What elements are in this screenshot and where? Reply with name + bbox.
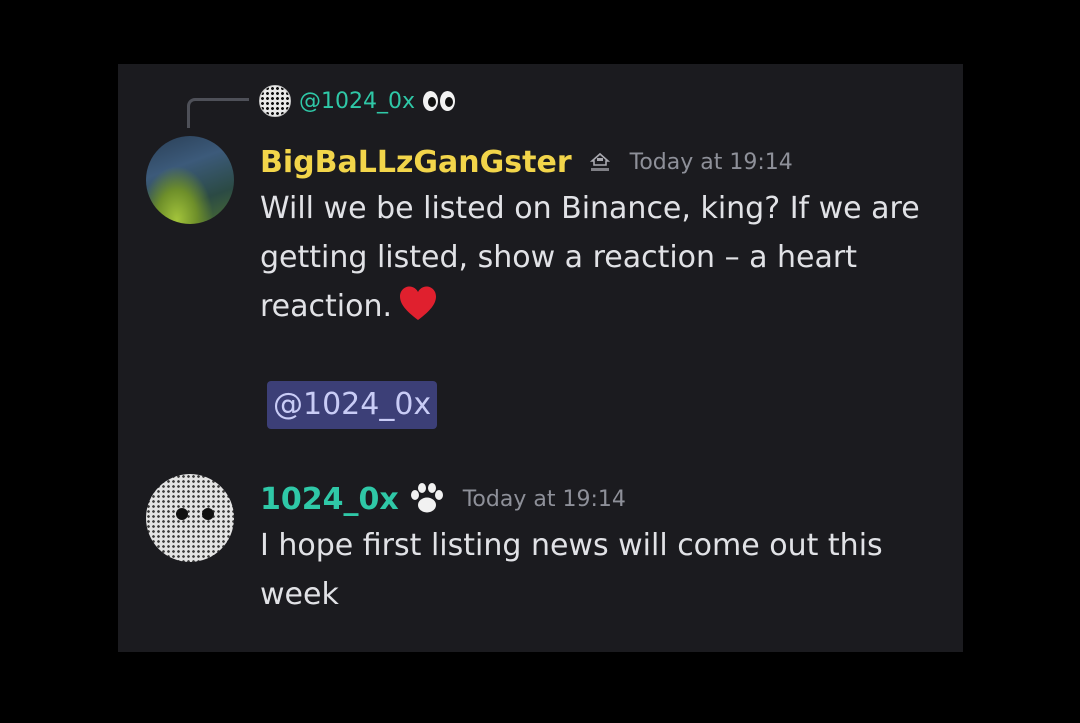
eyes-emoji-icon	[423, 91, 456, 111]
red-heart-icon	[398, 284, 438, 324]
username[interactable]: 1024_0x	[260, 482, 399, 517]
reply-username[interactable]: @1024_0x	[299, 89, 415, 114]
reply-connector-line	[187, 98, 249, 128]
user-mention[interactable]: @1024_0x	[267, 381, 438, 429]
message-content: Will we be listed on Binance, king? If w…	[260, 184, 940, 331]
reply-reference[interactable]: @1024_0x	[259, 84, 456, 118]
message-text: I hope first listing news will come out …	[260, 528, 883, 612]
message-header: 1024_0x Today at 19:14	[260, 478, 626, 520]
timestamp: Today at 19:14	[462, 486, 626, 512]
username[interactable]: BigBaLLzGanGster	[260, 145, 572, 180]
server-tag-badge-icon[interactable]	[586, 148, 614, 176]
timestamp: Today at 19:14	[629, 149, 793, 175]
paw-print-icon[interactable]	[407, 481, 447, 517]
avatar[interactable]	[146, 474, 234, 562]
reply-avatar	[259, 85, 291, 117]
message-text: Will we be listed on Binance, king? If w…	[260, 191, 920, 324]
message-header: BigBaLLzGanGster Today at 19:14	[260, 142, 793, 182]
avatar[interactable]	[146, 136, 234, 224]
